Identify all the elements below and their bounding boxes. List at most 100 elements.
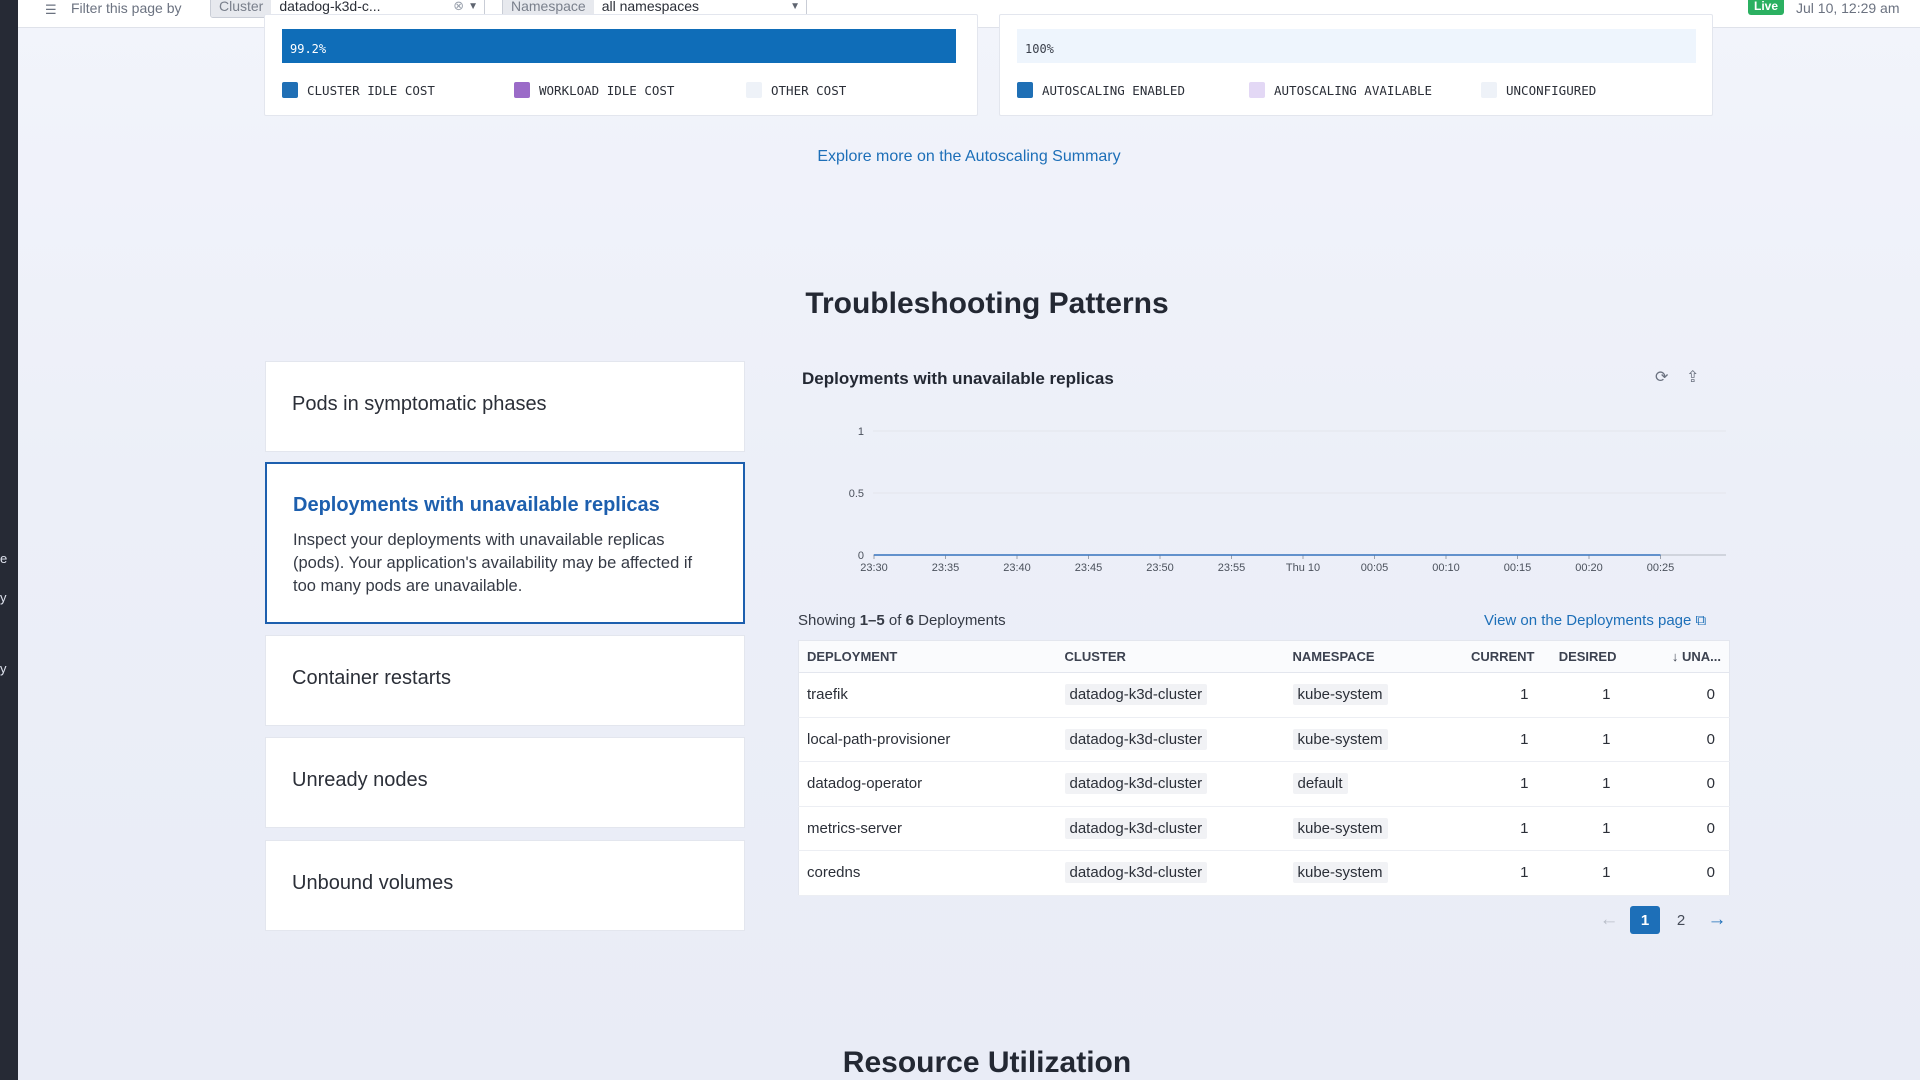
cell-current: 1	[1454, 850, 1543, 896]
y-tick-label: 0	[858, 550, 864, 562]
cell-cluster[interactable]: datadog-k3d-cluster	[1064, 862, 1208, 884]
table-row[interactable]: traefik datadog-k3d-cluster kube-system …	[798, 672, 1730, 718]
showing-range: 1–5	[859, 612, 885, 629]
page-button-1[interactable]: 1	[1630, 906, 1660, 934]
cell-desired: 1	[1542, 850, 1625, 896]
resource-utilization-title: Resource Utilization	[842, 1046, 1132, 1079]
rail-item-1[interactable]: y	[0, 590, 7, 605]
deployments-link-label: View on the Deployments page	[1484, 612, 1692, 629]
x-tick-label: 00:15	[1504, 562, 1532, 574]
deployments-page-link[interactable]: View on the Deployments page ⧉	[1484, 612, 1706, 629]
x-tick-label: 23:40	[1003, 562, 1031, 574]
legend-label: WORKLOAD IDLE COST	[539, 82, 675, 98]
rail-item-2[interactable]: y	[0, 661, 7, 676]
export-icon[interactable]: ⇪	[1686, 367, 1699, 387]
cell-cluster[interactable]: datadog-k3d-cluster	[1064, 773, 1208, 795]
legend-swatch	[282, 82, 298, 98]
legend-label: UNCONFIGURED	[1506, 82, 1597, 98]
cell-namespace[interactable]: kube-system	[1292, 684, 1388, 706]
col-unavailable[interactable]: ↓ UNA...	[1624, 640, 1730, 673]
cell-namespace[interactable]: kube-system	[1292, 728, 1388, 750]
y-tick-label: 1	[858, 426, 864, 438]
chevron-down-icon[interactable]: ▼	[790, 1, 800, 12]
left-nav-rail: e y y	[0, 0, 18, 1080]
col-unavailable-label: UNA...	[1682, 649, 1721, 664]
cell-namespace[interactable]: kube-system	[1292, 817, 1388, 839]
col-cluster[interactable]: CLUSTER	[1056, 640, 1285, 673]
x-tick-label: 00:25	[1647, 562, 1675, 574]
pattern-pods-symptomatic[interactable]: Pods in symptomatic phases	[265, 361, 745, 452]
x-tick-label: 23:55	[1218, 562, 1246, 574]
x-tick-label: 00:10	[1432, 562, 1460, 574]
autoscaling-summary-link[interactable]: Explore more on the Autoscaling Summary	[18, 148, 1920, 166]
cell-unavailable: 0	[1624, 717, 1730, 762]
pattern-description: Inspect your deployments with unavailabl…	[293, 531, 693, 595]
rail-item-0[interactable]: e	[0, 551, 7, 566]
cell-cluster[interactable]: datadog-k3d-cluster	[1064, 728, 1208, 750]
x-tick-label: 23:35	[932, 562, 960, 574]
cell-namespace[interactable]: default	[1292, 773, 1348, 795]
deployments-table: DEPLOYMENT CLUSTER NAMESPACE CURRENT DES…	[798, 640, 1730, 896]
pattern-title: Deployments with unavailable replicas	[293, 494, 660, 516]
pagination: ← 1 2 →	[1588, 906, 1732, 934]
sync-icon[interactable]: ⟳	[1655, 367, 1668, 387]
pattern-unready-nodes[interactable]: Unready nodes	[265, 737, 745, 828]
cell-current: 1	[1454, 806, 1543, 851]
cell-current: 1	[1454, 672, 1543, 718]
x-tick-label: 23:30	[860, 562, 888, 574]
legend-label: AUTOSCALING ENABLED	[1042, 82, 1185, 98]
cell-cluster[interactable]: datadog-k3d-cluster	[1064, 684, 1208, 706]
autoscaling-bar: 100%	[1017, 29, 1696, 63]
cell-namespace[interactable]: kube-system	[1292, 862, 1388, 884]
external-link-icon: ⧉	[1695, 612, 1707, 629]
cell-desired: 1	[1542, 717, 1625, 762]
pattern-title: Container restarts	[292, 667, 451, 689]
clear-icon[interactable]: ⊗	[453, 0, 464, 14]
cell-deployment[interactable]: traefik	[798, 672, 1057, 718]
autoscaling-card: 100% AUTOSCALING ENABLED AUTOSCALING AVA…	[999, 14, 1713, 116]
cluster-filter-value[interactable]: datadog-k3d-c...	[271, 0, 453, 14]
col-namespace[interactable]: NAMESPACE	[1284, 640, 1455, 673]
table-row[interactable]: coredns datadog-k3d-cluster kube-system …	[798, 850, 1730, 896]
showing-total: 6	[905, 612, 914, 629]
table-header-row: DEPLOYMENT CLUSTER NAMESPACE CURRENT DES…	[798, 640, 1730, 673]
cell-deployment[interactable]: datadog-operator	[798, 761, 1057, 807]
pattern-unavailable-replicas[interactable]: Deployments with unavailable replicas In…	[265, 462, 745, 624]
cell-deployment[interactable]: coredns	[798, 850, 1057, 896]
cell-deployment[interactable]: local-path-provisioner	[798, 717, 1057, 762]
live-badge[interactable]: Live	[1748, 0, 1785, 15]
main-content: ☰ Filter this page by Cluster datadog-k3…	[18, 0, 1920, 1080]
showing-count: Showing 1–5 of 6 Deployments	[798, 612, 1006, 629]
x-tick-label: 23:45	[1075, 562, 1103, 574]
pattern-container-restarts[interactable]: Container restarts	[265, 635, 745, 726]
showing-suffix: Deployments	[918, 612, 1006, 629]
sort-desc-icon[interactable]: ↓	[1672, 649, 1682, 664]
cell-desired: 1	[1542, 806, 1625, 851]
pattern-unbound-volumes[interactable]: Unbound volumes	[265, 840, 745, 931]
pattern-title: Unbound volumes	[292, 872, 454, 894]
time-range[interactable]: Jul 10, 12:29 am	[1796, 0, 1900, 16]
pattern-title: Unready nodes	[292, 769, 428, 791]
col-deployment[interactable]: DEPLOYMENT	[798, 640, 1057, 673]
cell-unavailable: 0	[1624, 761, 1730, 807]
prev-page-button[interactable]: ←	[1594, 906, 1624, 934]
autoscaling-bar-value: 100%	[1025, 42, 1054, 56]
table-row[interactable]: datadog-operator datadog-k3d-cluster def…	[798, 761, 1730, 807]
panel-title: Deployments with unavailable replicas	[802, 369, 1114, 388]
col-current[interactable]: CURRENT	[1454, 640, 1543, 673]
x-tick-label: 00:20	[1575, 562, 1603, 574]
table-row[interactable]: metrics-server datadog-k3d-cluster kube-…	[798, 806, 1730, 851]
page-button-2[interactable]: 2	[1666, 906, 1696, 934]
legend-swatch	[1249, 82, 1265, 98]
legend-swatch	[1017, 82, 1033, 98]
col-desired[interactable]: DESIRED	[1542, 640, 1625, 673]
cell-cluster[interactable]: datadog-k3d-cluster	[1064, 817, 1208, 839]
cell-deployment[interactable]: metrics-server	[798, 806, 1057, 851]
chevron-down-icon[interactable]: ▼	[468, 1, 478, 12]
legend-unconfigured: UNCONFIGURED	[1481, 82, 1596, 98]
namespace-filter-value[interactable]: all namespaces	[594, 0, 790, 14]
table-row[interactable]: local-path-provisioner datadog-k3d-clust…	[798, 717, 1730, 762]
cost-legend: CLUSTER IDLE COST WORKLOAD IDLE COST OTH…	[282, 82, 846, 98]
next-page-button[interactable]: →	[1702, 906, 1732, 934]
cell-unavailable: 0	[1624, 672, 1730, 718]
